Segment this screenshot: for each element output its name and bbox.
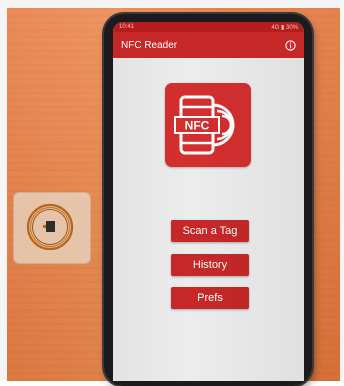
image-border-right (340, 0, 344, 381)
nfc-tag-sticker (14, 193, 90, 263)
phone-screen: 10:41 4G ▮ 30% NFC Reader NFC Scan a Tag… (113, 22, 304, 381)
app-bar: NFC Reader (113, 32, 304, 58)
info-icon[interactable] (285, 39, 296, 51)
scan-tag-button[interactable]: Scan a Tag (171, 220, 249, 242)
status-indicators: 4G ▮ 30% (271, 24, 298, 31)
nfc-logo-text: NFC (185, 119, 210, 133)
image-border-left (0, 0, 7, 381)
image-border-top (0, 0, 344, 8)
nfc-coil-icon (26, 203, 74, 251)
status-time: 10:41 (119, 24, 135, 30)
nfc-logo: NFC (165, 83, 251, 167)
history-button[interactable]: History (171, 254, 249, 276)
status-bar: 10:41 4G ▮ 30% (113, 22, 304, 32)
nfc-phone-icon: NFC (174, 95, 235, 155)
prefs-button[interactable]: Prefs (171, 287, 249, 309)
app-title: NFC Reader (121, 39, 178, 51)
